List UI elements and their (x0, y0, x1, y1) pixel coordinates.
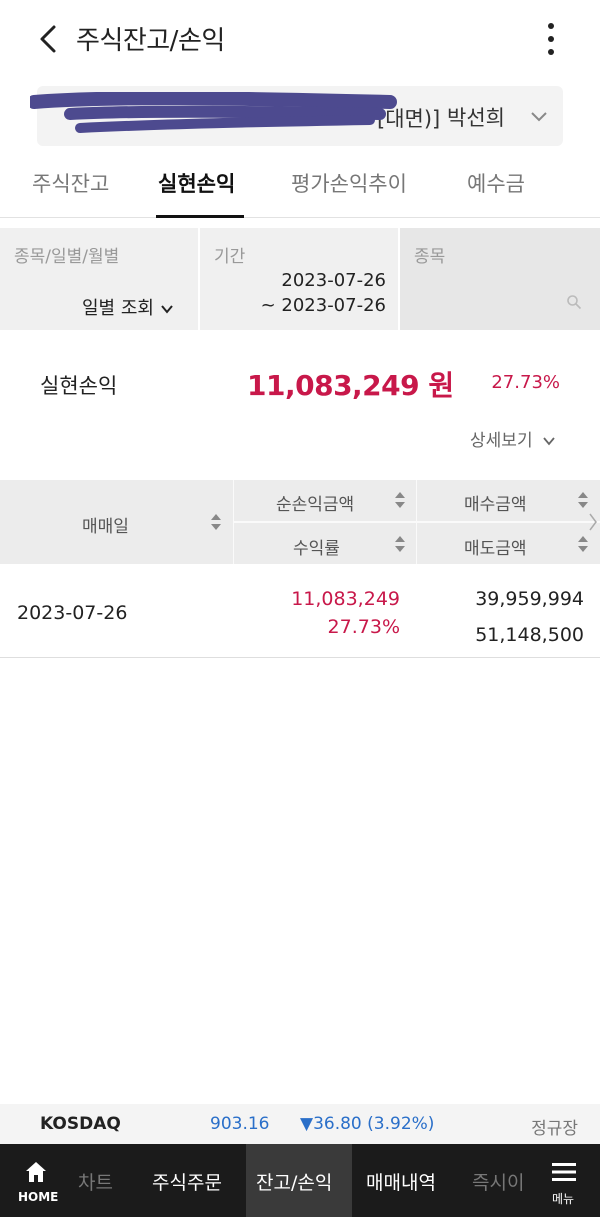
page-title: 주식잔고/손익 (76, 26, 225, 56)
detail-view-link[interactable]: 상세보기 (470, 426, 556, 451)
nav-stock-order[interactable]: 주식주문 (152, 1168, 222, 1195)
realized-pnl-amount: 11,083,249 원 (247, 369, 454, 402)
search-icon[interactable] (566, 294, 582, 310)
col-header-sell-amount: 매도금액 (464, 539, 527, 559)
stock-search-field[interactable]: 종목 (400, 228, 600, 330)
row-net-profit: 11,083,249 (291, 588, 400, 610)
chevron-down-icon (161, 305, 173, 314)
period-select[interactable]: 기간 2023-07-26 ~ 2023-07-26 (200, 228, 398, 330)
sort-sell-amount-icon[interactable] (577, 535, 589, 553)
col-header-buy-amount: 매수금액 (464, 495, 527, 515)
tab-valuation-trend[interactable]: 평가손익추이 (291, 168, 407, 198)
period-label: 기간 (214, 247, 246, 267)
chevron-left-icon[interactable] (34, 24, 64, 54)
realized-pnl-rate: 27.73% (491, 372, 560, 393)
view-type-label: 종목/일별/월별 (14, 247, 120, 267)
chevron-down-icon (543, 437, 555, 446)
nav-balance-pnl[interactable]: 잔고/손익 (256, 1168, 332, 1195)
sort-buy-amount-icon[interactable] (577, 491, 589, 509)
filter-panel: 종목/일별/월별 일별 조회 기간 2023-07-26 ~ 2023-07-2… (0, 228, 600, 330)
hamburger-menu-icon (552, 1163, 576, 1181)
row-date: 2023-07-26 (17, 602, 128, 624)
active-tab-indicator (156, 215, 244, 218)
period-to: ~ 2023-07-26 (260, 295, 386, 316)
bottom-nav: HOME 차트 주식주문 잔고/손익 매매내역 즉시이 메뉴 (0, 1144, 600, 1217)
col-header-return-rate: 수익률 (293, 539, 340, 559)
app-header: 주식잔고/손익 (0, 0, 600, 80)
col-header-net-profit: 순손익금액 (276, 495, 355, 515)
tab-stock-balance[interactable]: 주식잔고 (32, 168, 109, 198)
ticker-price: 903.16 (210, 1114, 270, 1134)
index-ticker[interactable]: KOSDAQ 903.16 ▼36.80 (3.92%) 정규장 (0, 1104, 600, 1144)
period-from: 2023-07-26 (281, 270, 386, 291)
view-type-value: 일별 조회 (82, 294, 174, 320)
account-holder-name: 박선희 (447, 106, 505, 130)
tab-deposit[interactable]: 예수금 (467, 168, 525, 198)
tab-bar: 주식잔고 실현손익 평가손익추이 예수금 (0, 150, 600, 218)
sort-return-rate-icon[interactable] (394, 535, 406, 553)
sort-net-profit-icon[interactable] (394, 491, 406, 509)
tab-realized-pnl[interactable]: 실현손익 (158, 168, 235, 198)
stock-label: 종목 (414, 247, 446, 267)
row-buy-amount: 39,959,994 (475, 588, 584, 610)
account-selector[interactable]: [대면)] 박선희 (37, 86, 563, 146)
view-type-select[interactable]: 종목/일별/월별 일별 조회 (0, 228, 198, 330)
col-header-date: 매매일 (82, 517, 129, 537)
nav-instant[interactable]: 즉시이 (472, 1168, 524, 1195)
realized-pnl-label: 실현손익 (40, 374, 118, 398)
row-sell-amount: 51,148,500 (475, 624, 584, 646)
nav-chart[interactable]: 차트 (78, 1168, 113, 1195)
ticker-change: ▼36.80 (3.92%) (300, 1114, 435, 1134)
account-number: [대면)] (377, 107, 441, 131)
nav-home[interactable]: HOME (0, 1144, 72, 1217)
row-return-rate: 27.73% (327, 616, 400, 638)
more-vertical-icon[interactable] (540, 20, 562, 58)
ticker-name: KOSDAQ (40, 1114, 121, 1134)
chevron-right-icon[interactable] (588, 512, 598, 532)
home-icon (26, 1162, 46, 1182)
chevron-down-icon (531, 112, 547, 122)
sort-date-icon[interactable] (210, 513, 222, 531)
table-row[interactable]: 2023-07-26 11,083,249 27.73% 39,959,994 … (0, 564, 600, 658)
nav-menu[interactable]: 메뉴 (528, 1144, 600, 1217)
nav-trade-history[interactable]: 매매내역 (366, 1168, 436, 1195)
ticker-session: 정규장 (531, 1119, 578, 1139)
row-divider (234, 521, 600, 523)
